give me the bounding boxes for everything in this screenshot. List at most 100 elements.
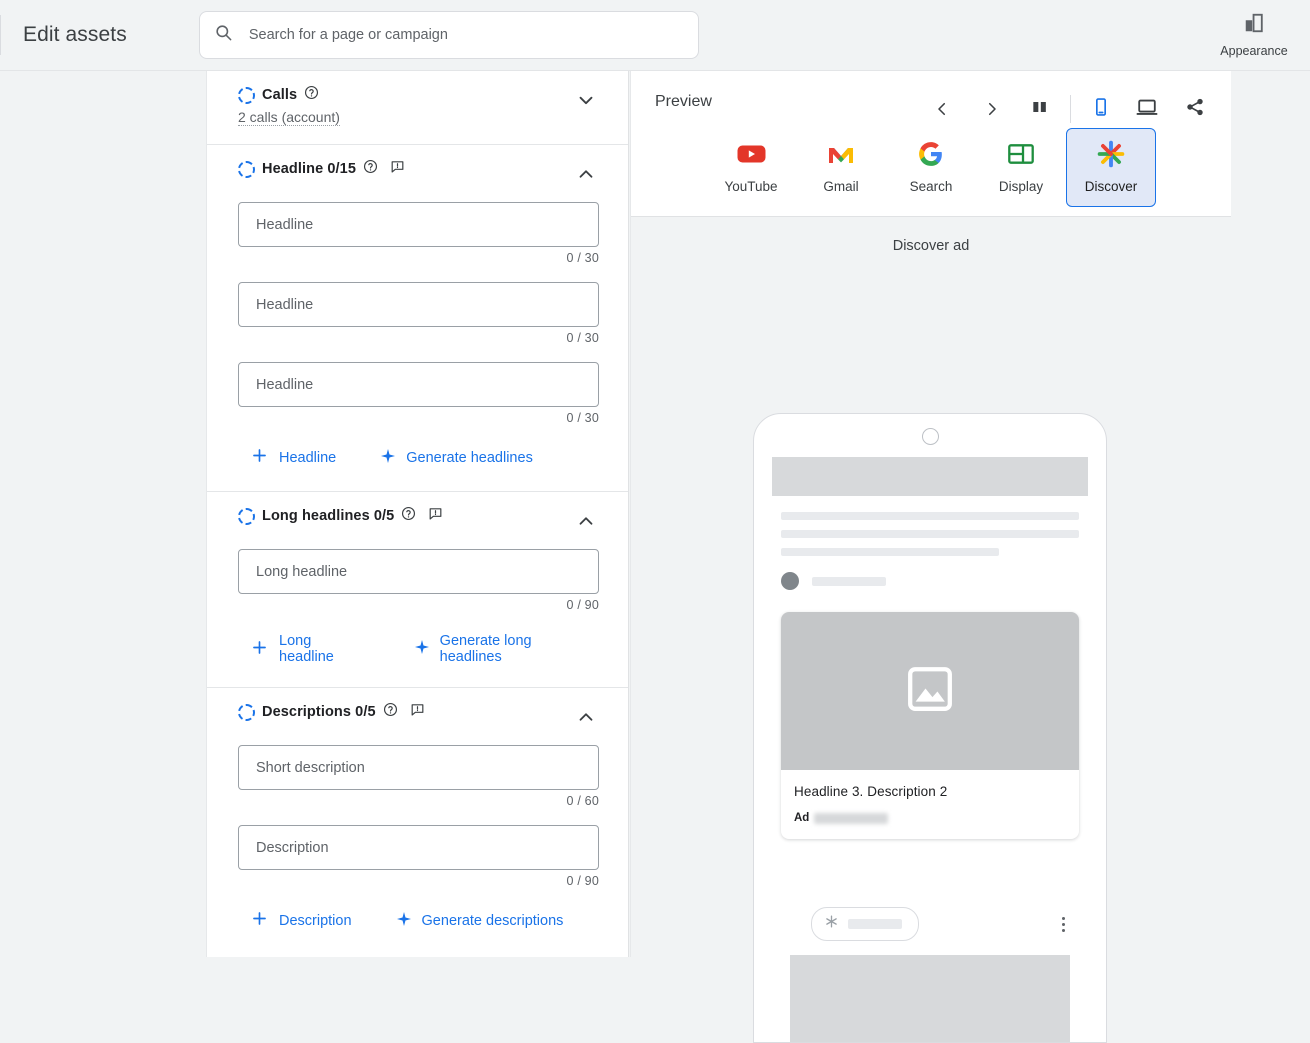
headline-input-1[interactable] [254, 215, 583, 234]
discover-asterisk-icon [1097, 139, 1125, 169]
headline-field-2[interactable] [238, 282, 599, 327]
sparkle-icon [396, 911, 412, 931]
appearance-button[interactable]: Appearance [1208, 4, 1300, 58]
asset-editor-panel[interactable]: Calls 2 calls (account) Headline 0/15 He… [206, 71, 629, 957]
chevron-up-icon[interactable] [575, 706, 597, 733]
skeleton-footer-bar [790, 955, 1070, 1042]
generate-headlines-button[interactable]: Generate headlines [380, 448, 533, 468]
description-input[interactable] [254, 838, 583, 857]
short-description-input[interactable] [254, 758, 583, 777]
desktop-view-button[interactable] [1129, 91, 1165, 127]
description-field-wrap: 0 / 90 [238, 825, 599, 888]
section-header-long-headlines[interactable]: Long headlines 0/5 [238, 492, 597, 532]
tab-discover[interactable]: Discover [1066, 128, 1156, 207]
section-calls: Calls 2 calls (account) [207, 71, 628, 145]
help-icon[interactable] [363, 159, 378, 179]
youtube-icon [737, 139, 766, 169]
ad-url-redacted [814, 812, 889, 824]
generate-descriptions-button[interactable]: Generate descriptions [396, 911, 564, 931]
char-counter: 0 / 30 [566, 331, 599, 345]
image-placeholder-icon [903, 662, 957, 721]
short-description-field-wrap: 0 / 60 [238, 745, 599, 808]
description-actions: Description Generate descriptions [238, 888, 597, 954]
tab-gmail[interactable]: Gmail [796, 128, 886, 207]
discover-action-pill[interactable] [811, 907, 919, 941]
long-headline-actions: Long headline Generate long headlines [238, 612, 597, 687]
help-icon[interactable] [383, 702, 398, 722]
tab-search[interactable]: Search [886, 128, 976, 207]
feedback-icon[interactable] [390, 159, 405, 179]
char-counter: 0 / 90 [566, 598, 599, 612]
chevron-up-icon[interactable] [575, 163, 597, 190]
ad-card-text: Headline 3. Description 2 Ad [781, 770, 1079, 839]
chevron-up-icon[interactable] [575, 510, 597, 537]
generate-long-headlines-button[interactable]: Generate long headlines [414, 633, 597, 665]
feedback-icon[interactable] [428, 506, 443, 526]
section-descriptions: Descriptions 0/5 Short description 0 / 6… [207, 688, 628, 954]
skeleton-line [812, 576, 886, 586]
appearance-bars-icon [1243, 12, 1265, 39]
preview-header: Preview YouTube Gmail Search Display Dis… [631, 71, 1231, 217]
tab-search-label: Search [909, 179, 953, 194]
mobile-view-button[interactable] [1083, 91, 1119, 127]
skeleton-line [848, 919, 902, 929]
add-long-headline-label: Long headline [279, 633, 334, 665]
google-g-icon [918, 139, 944, 169]
section-header-calls[interactable]: Calls 2 calls (account) [238, 71, 597, 126]
long-headline-field-1-wrap: 0 / 90 [238, 549, 599, 612]
tab-youtube-label: YouTube [724, 179, 778, 194]
share-preview-button[interactable] [1177, 91, 1213, 127]
long-headline-input-1[interactable] [254, 562, 583, 581]
sparkle-icon [414, 639, 430, 659]
add-description-label: Description [279, 912, 352, 929]
chevron-down-icon[interactable] [575, 89, 597, 116]
search-input[interactable] [246, 26, 677, 44]
short-description-field[interactable] [238, 745, 599, 790]
tab-discover-label: Discover [1084, 179, 1138, 194]
generate-long-headlines-label: Generate long headlines [439, 633, 532, 665]
add-description-button[interactable]: Description [250, 909, 352, 932]
char-counter: 0 / 60 [566, 794, 599, 808]
next-preview-button[interactable] [974, 91, 1010, 127]
headline-field-1-wrap: 0 / 30 [238, 202, 599, 265]
headline-field-2-wrap: 0 / 30 [238, 282, 599, 345]
feedback-icon[interactable] [410, 702, 425, 722]
tab-display-label: Display [998, 179, 1044, 194]
long-headline-field-1[interactable] [238, 549, 599, 594]
phone-camera [921, 428, 939, 445]
skeleton-line [781, 530, 1079, 538]
headline-field-3[interactable] [238, 362, 599, 407]
calls-count-link[interactable]: 2 calls (account) [238, 109, 340, 126]
add-headline-button[interactable]: Headline [250, 446, 336, 469]
headline-field-1[interactable] [238, 202, 599, 247]
ad-preview-card[interactable]: Headline 3. Description 2 Ad [781, 612, 1079, 839]
gmail-icon [827, 139, 855, 169]
split-view-button[interactable] [1022, 91, 1058, 127]
top-app-bar: Edit assets Appearance [0, 0, 1310, 71]
help-icon[interactable] [304, 85, 319, 105]
share-icon [1185, 97, 1205, 122]
generate-descriptions-label: Generate descriptions [421, 912, 564, 929]
skeleton-line [781, 548, 999, 556]
skeleton-line [781, 512, 1079, 520]
char-counter: 0 / 30 [566, 251, 599, 265]
help-icon[interactable] [401, 506, 416, 526]
toolbar-divider [1070, 95, 1071, 123]
asset-status-dashed-circle-icon [238, 86, 255, 104]
tab-youtube[interactable]: YouTube [706, 128, 796, 207]
more-vertical-icon[interactable] [1062, 916, 1077, 932]
ad-image-placeholder [781, 612, 1079, 770]
add-long-headline-button[interactable]: Long headline [250, 633, 370, 665]
section-header-descriptions[interactable]: Descriptions 0/5 [238, 688, 597, 728]
headline-input-2[interactable] [254, 295, 583, 314]
asset-status-dashed-circle-icon [238, 160, 255, 178]
section-title: Descriptions 0/5 [262, 704, 376, 720]
previous-preview-button[interactable] [924, 91, 960, 127]
description-field[interactable] [238, 825, 599, 870]
tab-display[interactable]: Display [976, 128, 1066, 207]
headline-input-3[interactable] [254, 375, 583, 394]
skeleton-header-bar [772, 457, 1088, 496]
section-header-headline[interactable]: Headline 0/15 [238, 145, 597, 185]
search-box[interactable] [198, 11, 699, 59]
desktop-icon [1136, 96, 1158, 123]
